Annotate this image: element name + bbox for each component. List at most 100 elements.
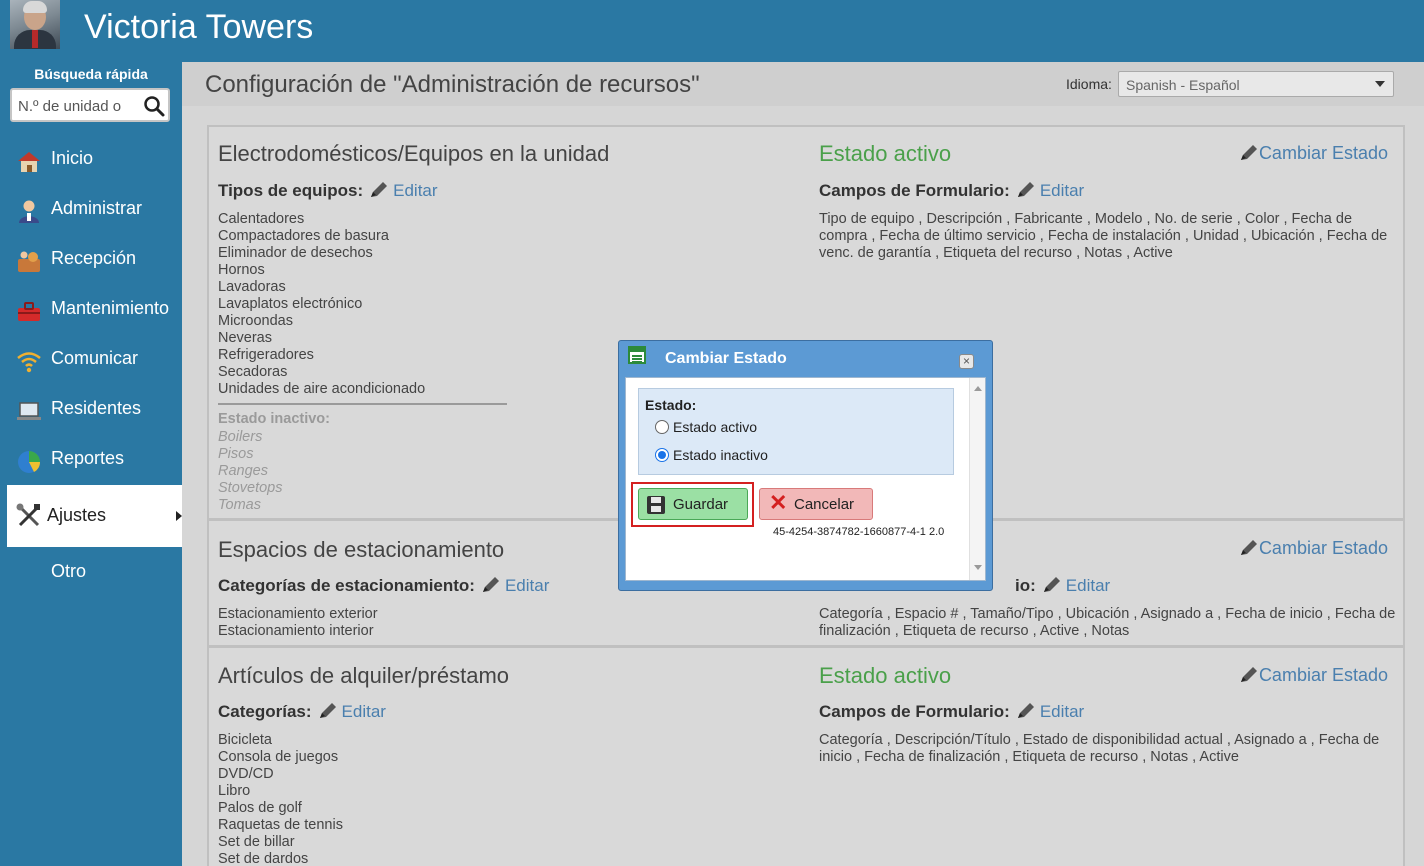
version-text: 45-4254-3874782-1660877-4-1 2.0 xyxy=(773,526,945,538)
change-state-link[interactable]: Cambiar Estado xyxy=(1233,143,1388,164)
quick-search-input[interactable] xyxy=(18,96,138,116)
form-fields-label: Campos de Formulario: Editar xyxy=(819,181,1084,201)
edit-equipment-types-link[interactable]: Editar xyxy=(393,181,437,200)
form-window-icon xyxy=(628,346,646,364)
pencil-icon xyxy=(1017,703,1034,718)
status-active-label: Estado activo xyxy=(819,141,952,166)
edit-parking-categories-link[interactable]: Editar xyxy=(505,576,549,595)
close-icon[interactable]: × xyxy=(959,354,974,369)
laptop-icon xyxy=(17,402,41,420)
inactive-types-list: Boilers Pisos Ranges Stovetops Tomas xyxy=(218,429,283,514)
sidebar-item-label: Recepción xyxy=(51,248,137,268)
section-title: Espacios de estacionamiento xyxy=(218,537,505,562)
change-state-label: Cambiar Estado xyxy=(1258,665,1388,685)
list-item: Ranges xyxy=(218,463,268,479)
list-item: Estacionamiento exterior xyxy=(218,606,378,622)
sidebar-item-otro[interactable]: Otro xyxy=(7,550,182,594)
change-state-label: Cambiar Estado xyxy=(1258,143,1388,163)
form-fields-list: Categoría , Descripción/Título , Estado … xyxy=(819,732,1380,765)
scroll-up-icon[interactable] xyxy=(974,386,982,391)
list-item: Neveras xyxy=(218,330,272,346)
edit-form-fields-link[interactable]: Editar xyxy=(1040,181,1084,200)
language-label: Idioma: xyxy=(1066,76,1112,92)
radio-option-active[interactable]: Estado activo xyxy=(655,419,757,435)
parking-categories-label-text: Categorías de estacionamiento: xyxy=(218,576,475,595)
form-fields-list: Categoría , Espacio # , Tamaño/Tipo , Ub… xyxy=(819,606,1396,639)
list-item: Hornos xyxy=(218,262,265,278)
dialog-title: Cambiar Estado xyxy=(665,350,787,367)
list-item: Microondas xyxy=(218,313,293,329)
search-icon[interactable] xyxy=(142,94,166,118)
change-state-dialog: Cambiar Estado × Estado: Estado activo E… xyxy=(618,340,993,591)
sidebar-item-ajustes[interactable]: Ajustes xyxy=(7,485,182,547)
chevron-right-icon xyxy=(176,511,182,521)
list-item: Set de dardos xyxy=(218,851,309,866)
list-item: Raquetas de tennis xyxy=(218,817,343,833)
edit-form-fields-link[interactable]: Editar xyxy=(1066,576,1110,595)
list-item: Bicicleta xyxy=(218,732,272,748)
save-button-label: Guardar xyxy=(673,496,729,513)
radio-label: Estado activo xyxy=(673,419,758,435)
tools-icon xyxy=(16,503,40,527)
list-item: Libro xyxy=(218,783,251,799)
radio-button[interactable] xyxy=(655,420,669,434)
sidebar-item-mantenimiento[interactable]: Mantenimiento xyxy=(7,287,182,331)
user-admin-icon xyxy=(19,200,39,223)
form-fields-label: Campos de Formulario: Editar xyxy=(819,702,1084,722)
pencil-icon xyxy=(1240,145,1257,160)
change-state-link[interactable]: Cambiar Estado xyxy=(1233,665,1388,686)
radio-option-inactive[interactable]: Estado inactivo xyxy=(655,447,768,463)
equipment-types-label: Tipos de equipos: Editar xyxy=(218,181,438,201)
sidebar-item-label: Reportes xyxy=(51,448,125,468)
page-header: Configuración de "Administración de recu… xyxy=(182,62,1424,106)
list-item: Secadoras xyxy=(218,364,288,380)
sidebar-item-comunicar[interactable]: Comunicar xyxy=(7,337,182,381)
top-header: Victoria Towers xyxy=(0,0,1424,62)
status-active-label: Estado activo xyxy=(819,663,952,688)
sidebar-item-label: Inicio xyxy=(51,148,94,168)
divider xyxy=(218,403,507,405)
sidebar-item-label: Ajustes xyxy=(47,505,107,525)
cancel-button-label: Cancelar xyxy=(794,496,855,513)
rental-categories-label: Categorías: Editar xyxy=(218,702,386,722)
sidebar-item-label: Administrar xyxy=(51,198,143,218)
language-select[interactable]: Spanish - Español xyxy=(1118,71,1394,97)
form-fields-label: io: Editar xyxy=(1015,576,1110,596)
sidebar-item-residentes[interactable]: Residentes xyxy=(7,387,182,431)
section-rental-items: Artículos de alquiler/préstamo Categoría… xyxy=(207,646,1405,866)
quick-search-label: Búsqueda rápida xyxy=(34,66,148,82)
save-button[interactable]: Guardar xyxy=(638,488,748,520)
form-fields-list: Tipo de equipo , Descripción , Fabricant… xyxy=(819,211,1388,261)
site-title: Victoria Towers xyxy=(84,8,314,46)
sidebar-item-reportes[interactable]: Reportes xyxy=(7,437,182,481)
sidebar-item-label: Otro xyxy=(51,561,87,581)
list-item: Boilers xyxy=(218,429,263,445)
user-avatar[interactable] xyxy=(10,0,60,49)
list-item: Palos de golf xyxy=(218,800,302,816)
quick-search-box xyxy=(10,88,170,122)
sidebar-item-inicio[interactable]: Inicio xyxy=(7,137,182,181)
list-item: DVD/CD xyxy=(218,766,274,782)
language-select-value: Spanish - Español xyxy=(1126,77,1240,93)
edit-rental-categories-link[interactable]: Editar xyxy=(342,702,386,721)
cancel-button[interactable]: ✕ Cancelar xyxy=(759,488,873,520)
pencil-icon xyxy=(1043,577,1060,592)
dialog-scrollbar[interactable] xyxy=(969,378,985,580)
sidebar-item-label: Residentes xyxy=(51,398,142,418)
floppy-disk-icon xyxy=(647,496,665,514)
list-item: Lavadoras xyxy=(218,279,286,295)
change-state-link[interactable]: Cambiar Estado xyxy=(1233,538,1388,559)
edit-form-fields-link[interactable]: Editar xyxy=(1040,702,1084,721)
sidebar-item-recepcion[interactable]: Recepción xyxy=(7,237,182,281)
scroll-down-icon[interactable] xyxy=(974,565,982,570)
section-title: Artículos de alquiler/préstamo xyxy=(218,663,510,688)
pie-chart-icon xyxy=(18,451,41,473)
sidebar-item-administrar[interactable]: Administrar xyxy=(7,187,182,231)
radio-button-selected[interactable] xyxy=(655,448,669,462)
list-item: Compactadores de basura xyxy=(218,228,389,244)
list-item: Eliminador de desechos xyxy=(218,245,373,261)
list-item: Unidades de aire acondicionado xyxy=(218,381,426,397)
page-title: Configuración de "Administración de recu… xyxy=(205,71,700,98)
form-fields-label-text: Campos de Formulario: xyxy=(819,181,1010,200)
chevron-down-icon xyxy=(1375,81,1385,87)
